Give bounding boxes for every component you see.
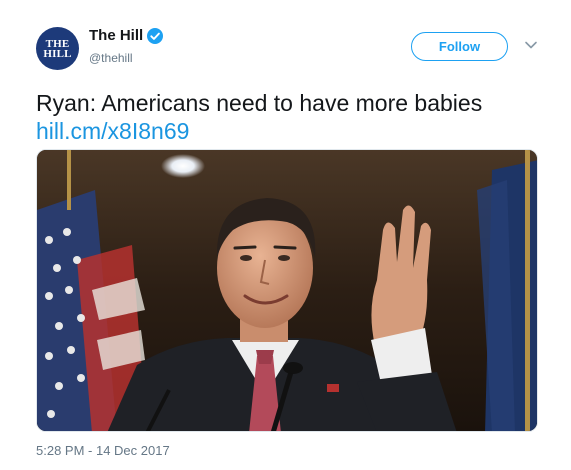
- follow-button[interactable]: Follow: [411, 32, 508, 61]
- photo-illustration: [37, 150, 537, 431]
- tweet-link[interactable]: hill.cm/x8I8n69: [36, 116, 189, 146]
- user-handle[interactable]: @thehill: [89, 51, 133, 65]
- tweet-text: Ryan: Americans need to have more babies: [36, 90, 483, 116]
- author-name-row: The Hill: [89, 27, 164, 44]
- display-name[interactable]: The Hill: [89, 27, 143, 44]
- media-photo[interactable]: [36, 149, 538, 432]
- tweet-timestamp[interactable]: 5:28 PM - 14 Dec 2017: [36, 443, 170, 458]
- avatar[interactable]: THE HILL: [36, 27, 79, 70]
- chevron-down-icon[interactable]: [524, 40, 538, 50]
- verified-badge-icon: [147, 27, 164, 44]
- avatar-text-line1: THE: [45, 37, 70, 50]
- avatar-text-line2: HILL: [43, 47, 72, 60]
- tweet-card: THE HILL The Hill @thehill Follow Ryan: …: [0, 0, 571, 470]
